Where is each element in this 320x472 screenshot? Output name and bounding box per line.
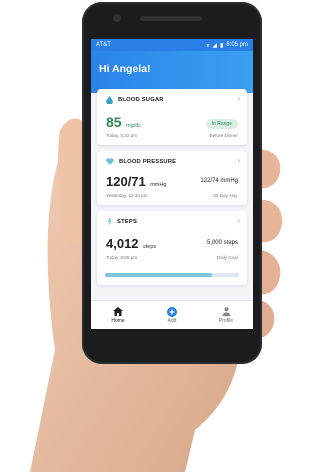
home-icon [113, 307, 123, 317]
nav-profile-label: Profile [218, 317, 234, 324]
blood-pressure-avg: 122/74 mmHg [200, 178, 238, 184]
status-bar: AT&T ▾ ◢ ▮ 8:05 pm [91, 39, 253, 51]
person-icon [222, 307, 231, 317]
nav-add-label: Add [167, 317, 177, 324]
blood-sugar-card[interactable]: BLOOD SUGAR › 85 mg/dL Today, 5:32 pm In… [97, 89, 247, 145]
running-icon [107, 218, 112, 226]
card-title: STEPS [117, 219, 138, 225]
drop-icon [106, 96, 113, 104]
steps-goal: 5,000 steps [206, 240, 238, 246]
plus-circle-icon [167, 306, 177, 317]
nav-profile[interactable]: Profile [206, 307, 246, 324]
blood-pressure-value: 120/71 [106, 174, 146, 189]
steps-goal-label: Daily Goal [216, 255, 238, 260]
blood-pressure-card[interactable]: BLOOD PRESSURE › 120/71 mmHg Yesterday, … [97, 151, 247, 205]
chevron-right-icon[interactable]: › [237, 156, 240, 165]
blood-sugar-value: 85 [106, 114, 122, 130]
nav-home-label: Home [111, 317, 125, 324]
app-screen: AT&T ▾ ◢ ▮ 8:05 pm Hi Angela! BLOOD SUGA… [91, 39, 253, 329]
steps-unit: steps [143, 244, 157, 250]
card-title: BLOOD SUGAR [118, 97, 164, 103]
steps-progress-bar [105, 273, 239, 277]
steps-progress-fill [105, 273, 213, 277]
status-badge: In Range [205, 119, 238, 129]
battery-icon: ▮ [220, 42, 224, 49]
blood-pressure-unit: mmHg [150, 182, 167, 188]
blood-sugar-unit: mg/dL [126, 123, 142, 129]
wifi-icon: ▾ [206, 42, 210, 49]
greeting-title: Hi Angela! [99, 63, 151, 75]
heart-icon [106, 158, 114, 165]
app-header: Hi Angela! [91, 51, 253, 93]
speaker-grille [140, 16, 202, 21]
carrier-label: AT&T [96, 42, 111, 48]
steps-card[interactable]: STEPS › 4,012 steps Today, 8:05 pm 5,000… [97, 211, 247, 285]
camera-dot [113, 14, 121, 22]
blood-sugar-timestamp: Today, 5:32 pm [106, 133, 138, 138]
nav-home[interactable]: Home [98, 307, 138, 324]
blood-pressure-timestamp: Yesterday, 12:14 pm [106, 193, 148, 198]
nav-add[interactable]: Add [152, 306, 192, 324]
bottom-nav: Home Add Profile [91, 300, 253, 329]
chevron-right-icon[interactable]: › [237, 216, 240, 225]
blood-pressure-avg-label: 30-Day Avg. [213, 193, 238, 198]
status-time: 8:05 pm [226, 42, 248, 48]
card-title: BLOOD PRESSURE [119, 158, 177, 165]
chevron-right-icon[interactable]: › [237, 94, 240, 103]
phone-device: AT&T ▾ ◢ ▮ 8:05 pm Hi Angela! BLOOD SUGA… [82, 2, 262, 364]
blood-sugar-context: Before Dinner [209, 133, 238, 138]
steps-timestamp: Today, 8:05 pm [106, 255, 138, 260]
steps-value: 4,012 [106, 236, 139, 251]
signal-icon: ◢ [212, 42, 217, 49]
